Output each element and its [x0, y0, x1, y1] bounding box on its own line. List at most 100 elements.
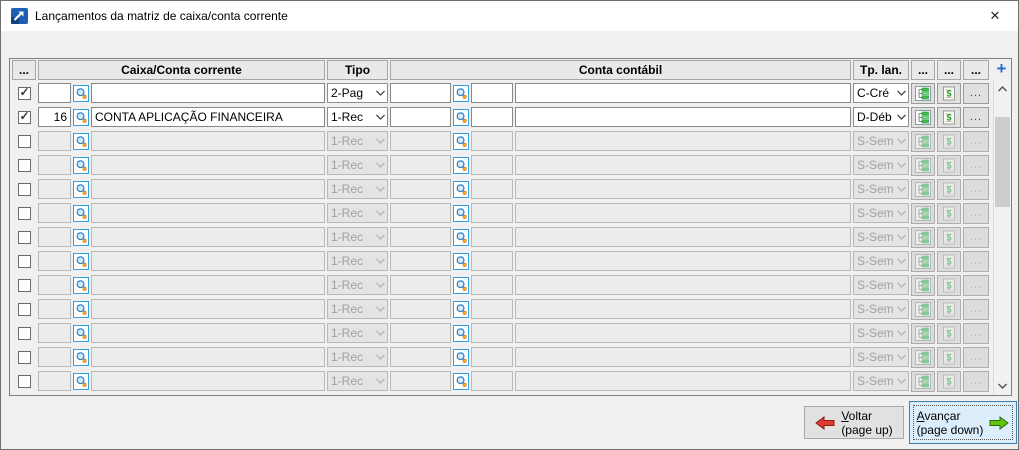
conta-lookup-button[interactable]: [453, 156, 469, 174]
scroll-up-icon[interactable]: [994, 80, 1011, 97]
tree-view-icon: [915, 133, 931, 149]
row-select-checkbox[interactable]: [17, 158, 31, 172]
tp-lan-select[interactable]: C-Cré: [853, 83, 909, 103]
conta-lookup-button[interactable]: [453, 300, 469, 318]
magnifier-icon: [76, 231, 87, 243]
more-options-button: ...: [963, 178, 989, 200]
table-row: 1-Rec S-Sem $ ...: [12, 345, 1011, 369]
row-select-checkbox[interactable]: [17, 230, 31, 244]
table-row: 1-Rec S-Sem $ ...: [12, 297, 1011, 321]
caixa-lookup-button[interactable]: [73, 252, 89, 270]
caixa-lookup-button[interactable]: [73, 84, 89, 102]
caixa-lookup-button[interactable]: [73, 228, 89, 246]
close-icon[interactable]: ✕: [972, 1, 1018, 31]
conta-lookup-button[interactable]: [453, 348, 469, 366]
tipo-select[interactable]: 1-Rec: [327, 107, 388, 127]
vertical-scrollbar[interactable]: [993, 80, 1010, 394]
caixa-code-field[interactable]: [38, 83, 71, 103]
conta-lookup-button[interactable]: [453, 204, 469, 222]
conta-lookup-button[interactable]: [453, 372, 469, 390]
money-detail-button: $: [937, 178, 961, 200]
row-select-checkbox[interactable]: [17, 278, 31, 292]
conta-code-field[interactable]: [390, 83, 451, 103]
caixa-lookup-button[interactable]: [73, 180, 89, 198]
row-select-checkbox[interactable]: [17, 182, 31, 196]
conta-lookup-button[interactable]: [453, 324, 469, 342]
more-options-button: ...: [963, 370, 989, 392]
tipo-select[interactable]: 2-Pag: [327, 83, 388, 103]
conta-name-field[interactable]: [515, 83, 851, 103]
chevron-down-icon: [376, 234, 385, 240]
conta-reduzido-field[interactable]: [471, 107, 513, 127]
row-select-checkbox[interactable]: [17, 302, 31, 316]
row-select-checkbox[interactable]: [17, 326, 31, 340]
table-row: 16 CONTA APLICAÇÃO FINANCEIRA 1-Rec D-Dé…: [12, 105, 1011, 129]
row-select-checkbox[interactable]: [17, 206, 31, 220]
more-options-button: ...: [963, 154, 989, 176]
green-right-arrow-icon: [989, 415, 1010, 430]
app-icon: [11, 8, 28, 24]
conta-lookup-button[interactable]: [453, 132, 469, 150]
caixa-lookup-button[interactable]: [73, 132, 89, 150]
scrollbar-thumb[interactable]: [995, 117, 1010, 207]
magnifier-icon: [76, 327, 87, 339]
conta-code-field[interactable]: [390, 107, 451, 127]
conta-lookup-button[interactable]: [453, 276, 469, 294]
tree-detail-button: [911, 370, 935, 392]
tipo-select: 1-Rec: [327, 251, 388, 271]
tree-detail-button[interactable]: [911, 106, 935, 128]
add-row-icon[interactable]: +: [993, 59, 1010, 80]
caixa-lookup-button[interactable]: [73, 156, 89, 174]
more-options-button[interactable]: ...: [963, 82, 989, 104]
conta-code-field: [390, 155, 451, 175]
conta-lookup-button[interactable]: [453, 228, 469, 246]
caixa-code-field: [38, 131, 71, 151]
magnifier-icon: [76, 303, 87, 315]
money-detail-button[interactable]: $: [937, 82, 961, 104]
conta-name-field: [515, 155, 851, 175]
caixa-lookup-button[interactable]: [73, 372, 89, 390]
row-select-checkbox[interactable]: [17, 134, 31, 148]
scroll-down-icon[interactable]: [994, 377, 1011, 394]
money-detail-button: $: [937, 202, 961, 224]
avancar-button[interactable]: Avançar (page down): [909, 401, 1017, 444]
tree-detail-button[interactable]: [911, 82, 935, 104]
caixa-lookup-button[interactable]: [73, 324, 89, 342]
conta-reduzido-field: [471, 299, 513, 319]
caixa-lookup-button[interactable]: [73, 108, 89, 126]
caixa-lookup-button[interactable]: [73, 276, 89, 294]
dollar-note-icon: $: [943, 326, 955, 341]
dollar-note-icon: $: [943, 110, 955, 125]
caixa-name-field: [91, 323, 325, 343]
conta-reduzido-field[interactable]: [471, 83, 513, 103]
voltar-button[interactable]: Voltar (page up): [804, 406, 904, 439]
conta-lookup-button[interactable]: [453, 180, 469, 198]
chevron-down-icon: [897, 306, 906, 312]
row-select-checkbox[interactable]: [17, 85, 31, 100]
magnifier-icon: [76, 135, 87, 147]
conta-name-field[interactable]: [515, 107, 851, 127]
conta-lookup-button[interactable]: [453, 252, 469, 270]
caixa-name-field[interactable]: CONTA APLICAÇÃO FINANCEIRA: [91, 107, 325, 127]
caixa-code-field[interactable]: 16: [38, 107, 71, 127]
conta-code-field: [390, 203, 451, 223]
caixa-lookup-button[interactable]: [73, 204, 89, 222]
header-extra-1: ...: [911, 60, 935, 80]
magnifier-icon: [76, 279, 87, 291]
more-options-button[interactable]: ...: [963, 106, 989, 128]
table-row: 1-Rec S-Sem $ ...: [12, 201, 1011, 225]
row-select-checkbox[interactable]: [17, 109, 31, 124]
caixa-name-field[interactable]: [91, 83, 325, 103]
magnifier-icon: [456, 351, 467, 363]
tp-lan-select[interactable]: D-Déb: [853, 107, 909, 127]
conta-lookup-button[interactable]: [453, 108, 469, 126]
magnifier-icon: [76, 255, 87, 267]
row-select-checkbox[interactable]: [17, 350, 31, 364]
money-detail-button[interactable]: $: [937, 106, 961, 128]
table-row: 1-Rec S-Sem $ ...: [12, 129, 1011, 153]
caixa-lookup-button[interactable]: [73, 348, 89, 366]
conta-lookup-button[interactable]: [453, 84, 469, 102]
row-select-checkbox[interactable]: [17, 254, 31, 268]
row-select-checkbox[interactable]: [17, 374, 31, 388]
caixa-lookup-button[interactable]: [73, 300, 89, 318]
